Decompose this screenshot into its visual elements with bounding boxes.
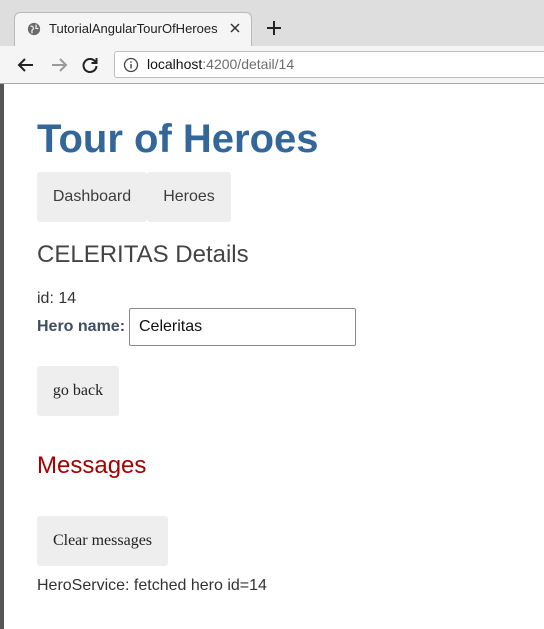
forward-arrow-icon[interactable] bbox=[50, 56, 68, 74]
message-item: HeroService: fetched hero id=14 bbox=[37, 577, 267, 594]
go-back-button[interactable]: go back bbox=[37, 366, 119, 416]
url-text[interactable]: localhost:4200/detail/14 bbox=[147, 56, 294, 72]
tab-title: TutorialAngularTourOfHeroes bbox=[49, 21, 218, 36]
browser-tab[interactable]: TutorialAngularTourOfHeroes bbox=[14, 12, 252, 46]
nav-heroes-link[interactable]: Heroes bbox=[147, 172, 231, 222]
back-arrow-icon[interactable] bbox=[17, 56, 35, 74]
page-content: Tour of Heroes Dashboard Heroes CELERITA… bbox=[0, 84, 544, 629]
hero-name-label: Hero name: bbox=[37, 318, 126, 335]
browser-toolbar: localhost:4200/detail/14 bbox=[0, 46, 544, 84]
nav-dashboard-link[interactable]: Dashboard bbox=[37, 172, 147, 222]
hero-id-line: id: 14 bbox=[37, 290, 76, 308]
clear-messages-button[interactable]: Clear messages bbox=[37, 516, 168, 566]
hero-name-input[interactable] bbox=[129, 308, 356, 346]
app-title: Tour of Heroes bbox=[37, 117, 319, 161]
close-icon[interactable] bbox=[229, 22, 241, 34]
hero-id-value: 14 bbox=[58, 290, 77, 307]
url-host: localhost bbox=[147, 56, 203, 72]
browser-tabstrip: TutorialAngularTourOfHeroes bbox=[0, 0, 544, 46]
address-bar[interactable]: localhost:4200/detail/14 bbox=[114, 51, 544, 78]
hero-details-title: CELERITAS Details bbox=[37, 241, 249, 268]
reload-icon[interactable] bbox=[81, 56, 99, 74]
globe-icon bbox=[27, 22, 41, 36]
hero-id-label: id: bbox=[37, 290, 54, 307]
new-tab-plus-icon[interactable] bbox=[266, 20, 282, 36]
info-icon[interactable] bbox=[123, 57, 139, 73]
url-path: :4200/detail/14 bbox=[202, 56, 295, 72]
messages-title: Messages bbox=[37, 452, 147, 479]
